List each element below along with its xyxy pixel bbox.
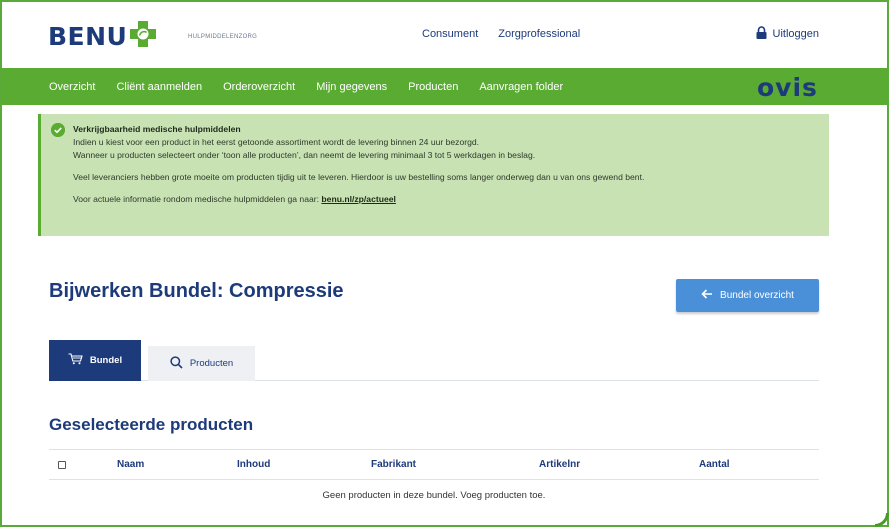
alert-line-2: Wanneer u producten selecteert onder ‘to… (73, 150, 536, 160)
alert-title: Verkrijgbaarheid medische hulpmiddelen (73, 124, 241, 134)
nav-item-producten[interactable]: Producten (408, 81, 458, 93)
availability-alert: Verkrijgbaarheid medische hulpmiddelen I… (38, 114, 829, 236)
ovis-logo: ovis (755, 71, 819, 107)
products-table-header: Naam Inhoud Fabrikant Artikelnr Aantal (49, 449, 819, 480)
logo-text: BENU (48, 22, 128, 51)
column-inhoud[interactable]: Inhoud (237, 459, 270, 470)
ovis-logo-mark: ovis (757, 73, 818, 102)
tab-producten-label: Producten (189, 358, 234, 369)
frame-corner (875, 513, 889, 527)
nav-item-aanvragen-folder[interactable]: Aanvragen folder (479, 81, 563, 93)
link-zorgprofessional[interactable]: Zorgprofessional (498, 28, 580, 40)
nav-item-mijn-gegevens[interactable]: Mijn gegevens (316, 81, 387, 93)
logo-subtitle: HULPMIDDELENZORG (188, 34, 258, 40)
logout-label: Uitloggen (772, 28, 819, 40)
top-links: Consument Zorgprofessional (422, 28, 580, 40)
alert-line-1: Indien u kiest voor een product in het e… (73, 137, 480, 147)
arrow-left-icon (701, 289, 713, 302)
bundle-tabs: Bundel Producten (49, 340, 819, 381)
check-circle-icon (51, 123, 65, 137)
column-aantal[interactable]: Aantal (699, 459, 730, 470)
column-naam[interactable]: Naam (117, 459, 144, 470)
tab-producten[interactable]: Producten (148, 346, 255, 381)
section-title: Geselecteerde producten (49, 415, 254, 434)
alert-line-4-prefix: Voor actuele informatie rondom medische … (73, 194, 322, 204)
alert-line-3: Veel leveranciers hebben grote moeite om… (73, 172, 645, 182)
nav-items: Overzicht Cliënt aanmelden Orderoverzich… (49, 68, 563, 105)
logout-button[interactable]: Uitloggen (756, 26, 819, 42)
alert-line-4: Voor actuele informatie rondom medische … (73, 193, 817, 206)
empty-table-message: Geen producten in deze bundel. Voeg prod… (322, 490, 546, 501)
column-artikelnr[interactable]: Artikelnr (539, 459, 580, 470)
bundel-overzicht-button[interactable]: Bundel overzicht (676, 279, 819, 312)
nav-item-overzicht[interactable]: Overzicht (49, 81, 95, 93)
pharmacy-cross-icon (128, 19, 158, 49)
svg-text:ovis: ovis (757, 73, 818, 101)
main-nav: Overzicht Cliënt aanmelden Orderoverzich… (2, 68, 887, 105)
page-title: Bijwerken Bundel: Compressie (49, 280, 344, 302)
top-header: BENU HULPMIDDELENZORG Consument Zorgprof… (2, 2, 887, 68)
back-button-label: Bundel overzicht (720, 290, 794, 301)
nav-item-client-aanmelden[interactable]: Cliënt aanmelden (116, 81, 202, 93)
lock-icon (756, 26, 767, 42)
nav-item-orderoverzicht[interactable]: Orderoverzicht (223, 81, 295, 93)
tab-bundel[interactable]: Bundel (49, 340, 141, 381)
link-consument[interactable]: Consument (422, 28, 478, 40)
tab-bundel-label: Bundel (89, 355, 123, 366)
cart-icon (68, 353, 83, 368)
select-all-checkbox[interactable] (58, 461, 66, 469)
benu-logo[interactable]: BENU (48, 19, 158, 51)
search-icon (170, 355, 183, 372)
actueel-link[interactable]: benu.nl/zp/actueel (321, 194, 396, 204)
column-fabrikant[interactable]: Fabrikant (371, 459, 416, 470)
